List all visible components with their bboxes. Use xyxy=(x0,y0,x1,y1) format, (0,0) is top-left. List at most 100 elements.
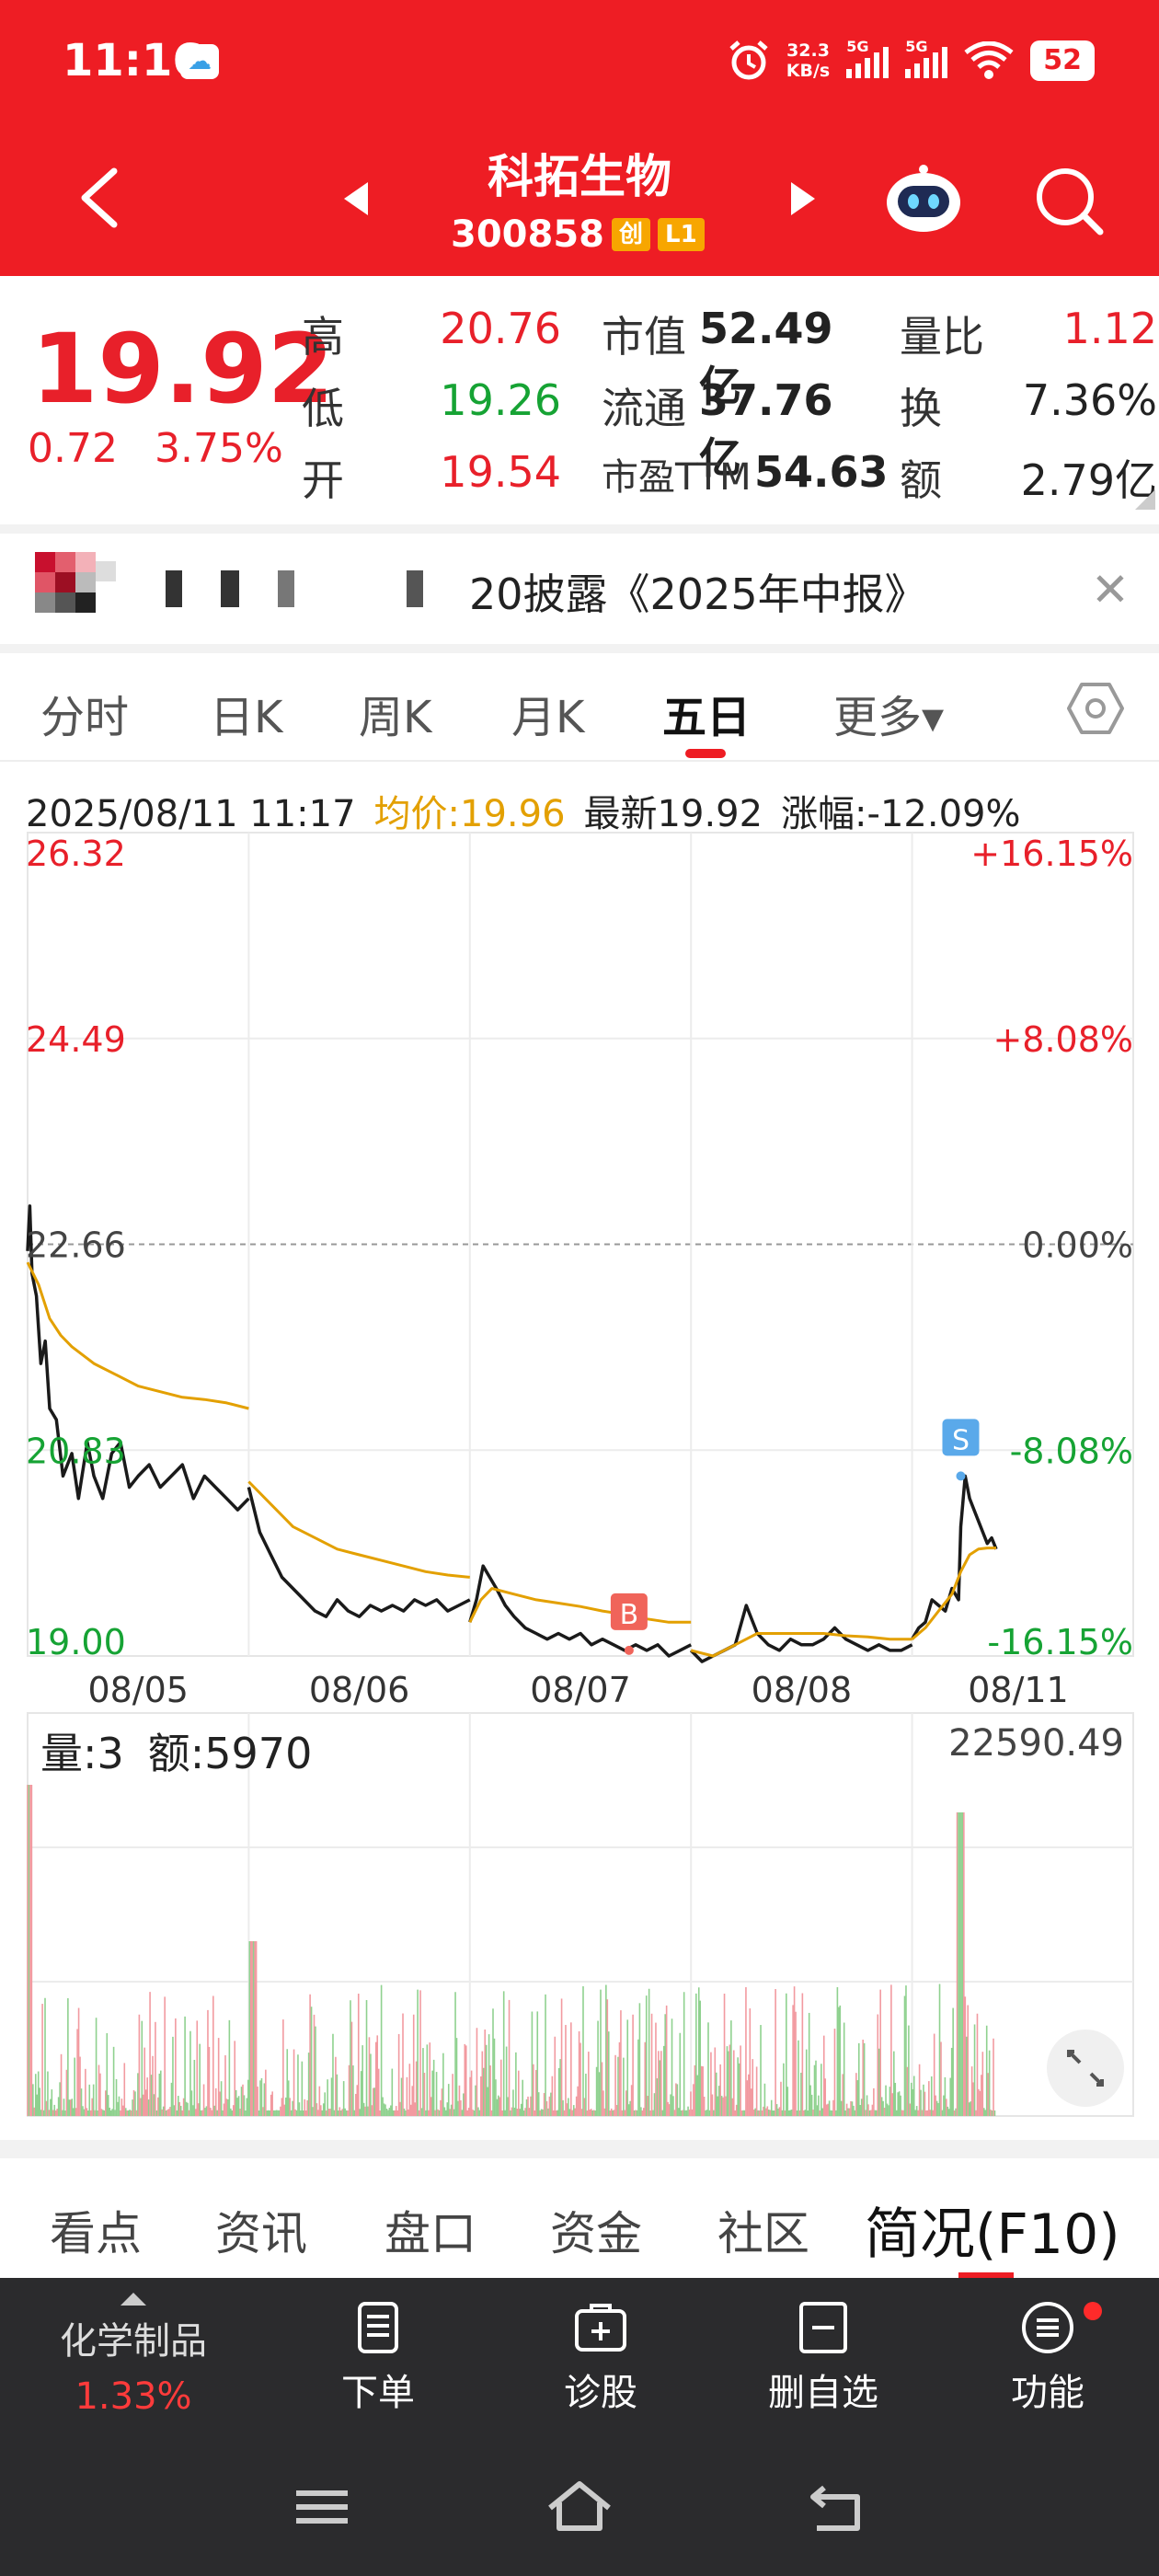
sector-change: 1.33% xyxy=(75,2375,192,2418)
tab-capital-flow[interactable]: 资金 xyxy=(550,2197,642,2263)
value-turnover: 7.36% xyxy=(1022,375,1157,425)
redacted-text xyxy=(221,570,239,607)
tab-more[interactable]: 更多▾ xyxy=(833,681,944,745)
tab-community[interactable]: 社区 xyxy=(717,2197,809,2263)
change-percent: 3.75% xyxy=(154,425,283,472)
current-price: 19.92 xyxy=(31,313,334,425)
label-high: 高 xyxy=(302,312,344,362)
assistant-robot-icon[interactable] xyxy=(883,162,964,236)
pixelated-logo xyxy=(35,552,129,626)
order-icon xyxy=(358,2302,398,2353)
label-low: 低 xyxy=(302,384,344,433)
tab-daily-k[interactable]: 日K xyxy=(210,681,282,745)
cloud-icon: ☁ xyxy=(180,44,219,79)
price-line xyxy=(911,1474,998,1640)
price-change: 0.72 3.75% xyxy=(28,425,283,472)
volume-label: 量:3 xyxy=(40,1729,124,1778)
search-icon[interactable] xyxy=(1032,164,1106,237)
home-icon[interactable] xyxy=(543,2475,616,2539)
back-icon[interactable] xyxy=(74,166,125,230)
next-stock-icon[interactable] xyxy=(787,180,819,217)
wifi-icon xyxy=(964,41,1014,79)
remove-watchlist-button[interactable]: 删自选 xyxy=(745,2300,901,2416)
label-volume-ratio: 量比 xyxy=(900,312,984,362)
value-pe-ttm: 54.63 xyxy=(754,447,889,497)
trade-marker-label: B xyxy=(620,1599,639,1631)
average-price-line xyxy=(26,1261,249,1410)
tab-news[interactable]: 资讯 xyxy=(215,2197,307,2263)
x-axis-label: 08/05 xyxy=(87,1670,189,1710)
tab-five-day[interactable]: 五日 xyxy=(662,681,751,745)
y-axis-percent-label: 0.00% xyxy=(1022,1225,1133,1266)
label-turnover: 换 xyxy=(900,384,942,433)
tab-weekly-k[interactable]: 周K xyxy=(359,681,431,745)
stock-code: 300858 xyxy=(451,213,604,256)
tab-intraday[interactable]: 分时 xyxy=(40,681,129,745)
fullscreen-icon xyxy=(1067,2050,1104,2087)
price-line xyxy=(247,1487,471,1618)
redacted-text xyxy=(278,570,294,607)
volume-info: 量:3 额:5970 xyxy=(40,1720,312,1781)
label-pe-ttm: 市盈TTM xyxy=(602,456,752,499)
y-axis-percent-label: +16.15% xyxy=(970,834,1133,874)
level-tag: L1 xyxy=(658,218,705,251)
y-axis-label: 19.00 xyxy=(26,1622,126,1662)
value-volume-ratio: 1.12 xyxy=(1062,304,1157,353)
tab-highlights[interactable]: 看点 xyxy=(50,2197,142,2263)
y-axis-percent-label: -16.15% xyxy=(987,1622,1133,1662)
label-market-cap: 市值 xyxy=(602,312,686,362)
back-nav-icon[interactable] xyxy=(802,2475,876,2539)
notification-dot xyxy=(1084,2302,1102,2320)
close-icon[interactable]: ✕ xyxy=(1091,563,1130,616)
divider xyxy=(0,760,1159,762)
remove-watchlist-icon xyxy=(799,2302,847,2353)
net-speed: 32.3 KB/s xyxy=(786,40,831,81)
stock-name: 科拓生物 xyxy=(488,150,671,203)
board-tag: 创 xyxy=(612,218,651,251)
tab-company-profile[interactable]: 简况(F10) xyxy=(865,2190,1120,2270)
tab-monthly-k[interactable]: 月K xyxy=(511,681,584,745)
average-price-line xyxy=(247,1480,470,1579)
fullscreen-button[interactable] xyxy=(1047,2030,1124,2107)
divider xyxy=(0,644,1159,653)
menu-icon[interactable] xyxy=(285,2475,359,2539)
volume-amount: 额:5970 xyxy=(147,1729,313,1778)
label-open: 开 xyxy=(302,455,344,505)
price-line xyxy=(468,1564,692,1658)
settings-icon[interactable] xyxy=(1065,681,1126,736)
diagnose-button[interactable]: 诊股 xyxy=(522,2300,679,2416)
x-axis-label: 08/06 xyxy=(309,1670,410,1710)
value-amount: 2.79亿 xyxy=(1020,455,1157,505)
arrow-up-icon xyxy=(120,2293,146,2306)
sector-indicator[interactable]: 化学制品 1.33% xyxy=(37,2278,230,2418)
divider xyxy=(0,524,1159,534)
change-amount: 0.72 xyxy=(28,425,118,472)
volume-max: 22590.49 xyxy=(948,1722,1124,1765)
x-axis-label: 08/11 xyxy=(968,1670,1069,1710)
five-day-price-chart[interactable]: B S 26.32 +16.15% 24.49 +8.08% 22.66 0.00% 20.83… xyxy=(0,828,1159,2125)
y-axis-label: 22.66 xyxy=(26,1225,126,1266)
value-open: 19.54 xyxy=(440,447,561,497)
signal-icon-2: 5G xyxy=(905,38,948,78)
sector-name: 化学制品 xyxy=(60,2320,207,2363)
battery-indicator: 52 xyxy=(1030,40,1095,81)
order-button[interactable]: 下单 xyxy=(300,2300,456,2416)
previous-stock-icon[interactable] xyxy=(340,180,372,217)
status-bar: 11:16 ☁ 32.3 KB/s 5G 5G 52 xyxy=(0,0,1159,129)
redacted-text xyxy=(166,570,182,607)
x-axis-label: 08/07 xyxy=(530,1670,631,1710)
trade-marker-dot xyxy=(956,1471,966,1481)
trade-marker-label: S xyxy=(952,1424,970,1456)
stock-code-row: 300858 创 L1 xyxy=(451,213,705,256)
diagnose-icon xyxy=(575,2304,626,2352)
divider xyxy=(0,2140,1159,2158)
y-axis-label: 24.49 xyxy=(26,1019,126,1060)
active-tab-indicator xyxy=(685,749,726,758)
functions-button[interactable]: 功能 xyxy=(970,2300,1126,2416)
label-amount: 额 xyxy=(900,455,942,505)
signal-icon: 5G xyxy=(846,38,889,78)
tab-order-book[interactable]: 盘口 xyxy=(384,2197,476,2263)
notice-text[interactable]: 20披露《2025年中报》 xyxy=(469,561,927,622)
expand-corner-icon[interactable] xyxy=(1135,489,1155,510)
redacted-text xyxy=(407,570,423,607)
